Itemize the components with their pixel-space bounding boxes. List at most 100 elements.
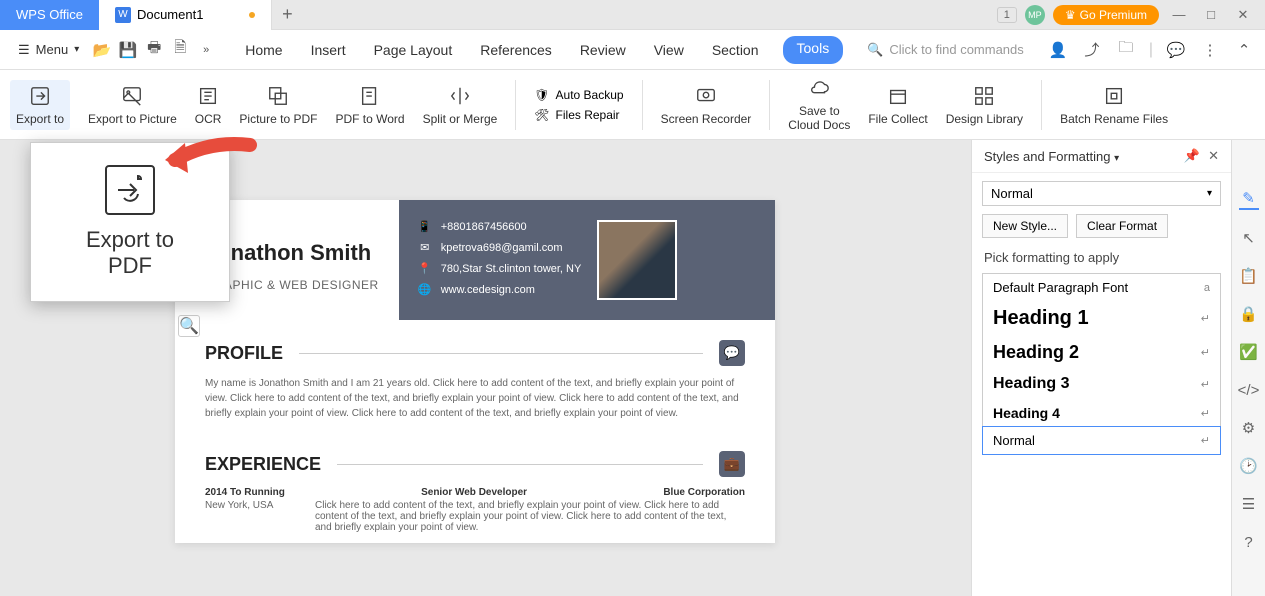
files-repair-label: Files Repair	[556, 108, 620, 122]
profile-body: My name is Jonathon Smith and I am 21 ye…	[205, 376, 745, 421]
clear-format-button[interactable]: Clear Format	[1076, 214, 1168, 238]
current-style-select[interactable]: Normal ▾	[982, 181, 1221, 206]
more-qat-icon[interactable]: »	[195, 39, 217, 61]
hamburger-icon: ☰	[18, 42, 30, 58]
rail-history-icon[interactable]: 🕑	[1239, 456, 1259, 476]
rail-list-icon[interactable]: ☰	[1239, 494, 1259, 514]
style-item-default[interactable]: Default Paragraph Fonta	[983, 274, 1220, 301]
rail-code-icon[interactable]: </>	[1239, 380, 1259, 400]
rail-edit-icon[interactable]: ✎	[1239, 190, 1259, 210]
styles-panel-title: Styles and Formatting ▾	[984, 149, 1119, 164]
resume-name: Jonathon Smith	[205, 240, 379, 266]
rail-review-icon[interactable]: ✅	[1239, 342, 1259, 362]
find-replace-button[interactable]: 🔍	[178, 315, 200, 337]
experience-badge-icon: 💼	[719, 451, 745, 477]
tab-references[interactable]: References	[476, 36, 556, 64]
document-tab[interactable]: W Document1	[99, 0, 272, 30]
phone-icon: 📱	[419, 220, 431, 233]
save-cloud-l2: Cloud Docs	[788, 118, 850, 132]
menu-label: Menu	[36, 42, 69, 57]
ocr-icon	[196, 84, 220, 108]
open-file-icon[interactable]: 📂	[91, 39, 113, 61]
export-to-label: Export to	[16, 112, 64, 126]
arrow-annotation-icon	[160, 135, 260, 185]
right-tool-rail: ✎ ↖ 📋 🔒 ✅ </> ⚙ 🕑 ☰ ?	[1231, 140, 1265, 596]
tab-home[interactable]: Home	[241, 36, 286, 64]
exp-body: Click here to add content of the text, a…	[315, 500, 745, 533]
rename-icon	[1102, 84, 1126, 108]
pin-icon[interactable]: 📌	[1184, 148, 1200, 164]
styles-formatting-panel: Styles and Formatting ▾ 📌 ✕ Normal ▾ New…	[971, 140, 1231, 596]
auto-backup-button[interactable]: 🛡 Auto Backup	[534, 88, 623, 102]
rail-select-icon[interactable]: ↖	[1239, 228, 1259, 248]
chevron-down-icon[interactable]: ▾	[1114, 153, 1119, 164]
screen-recorder-button[interactable]: Screen Recorder	[661, 84, 752, 126]
style-item-heading2[interactable]: Heading 2↵	[983, 336, 1220, 369]
cloud-icon	[807, 77, 831, 101]
resume-role: GRAPHIC & WEB DESIGNER	[205, 278, 379, 292]
main-menu-button[interactable]: ☰ Menu ▾	[10, 38, 87, 62]
close-button[interactable]: ✕	[1231, 3, 1255, 27]
new-style-button[interactable]: New Style...	[982, 214, 1068, 238]
split-merge-icon	[448, 84, 472, 108]
close-panel-icon[interactable]: ✕	[1208, 148, 1219, 164]
split-merge-button[interactable]: Split or Merge	[423, 84, 498, 126]
user-avatar[interactable]: MP	[1025, 5, 1045, 25]
print-preview-icon[interactable]: 🗎	[169, 39, 191, 61]
picture-to-pdf-label: Picture to PDF	[239, 112, 317, 126]
recorder-icon	[694, 84, 718, 108]
file-collect-button[interactable]: File Collect	[868, 84, 927, 126]
comment-icon[interactable]: 💬	[1165, 39, 1187, 61]
files-repair-button[interactable]: 🛠 Files Repair	[534, 108, 623, 122]
rail-settings-icon[interactable]: ⚙	[1239, 418, 1259, 438]
email-icon: ✉	[419, 241, 431, 254]
tab-insert[interactable]: Insert	[307, 36, 350, 64]
export-to-picture-button[interactable]: Export to Picture	[88, 84, 177, 126]
menu-tabs: Home Insert Page Layout References Revie…	[241, 36, 843, 64]
rail-help-icon[interactable]: ?	[1239, 532, 1259, 552]
save-icon[interactable]: 💾	[117, 39, 139, 61]
tab-tools[interactable]: Tools	[783, 36, 844, 64]
chevron-down-icon: ▾	[1207, 188, 1212, 199]
picture-to-pdf-button[interactable]: Picture to PDF	[239, 84, 317, 126]
profile-badge-icon: 💬	[719, 340, 745, 366]
collapse-ribbon-icon[interactable]: ⌃	[1233, 39, 1255, 61]
rail-clipboard-icon[interactable]: 📋	[1239, 266, 1259, 286]
save-cloud-button[interactable]: Save toCloud Docs	[788, 77, 850, 131]
go-premium-button[interactable]: ♛ Go Premium	[1053, 5, 1159, 25]
command-search[interactable]: 🔍 Click to find commands	[867, 42, 1024, 58]
batch-rename-button[interactable]: Batch Rename Files	[1060, 84, 1168, 126]
exp-date: 2014 To Running	[205, 487, 285, 498]
search-icon: 🔍	[867, 42, 883, 58]
tab-view[interactable]: View	[650, 36, 688, 64]
wps-tab[interactable]: WPS Office	[0, 0, 99, 30]
export-to-button[interactable]: Export to	[10, 80, 70, 130]
style-item-normal[interactable]: Normal↵	[982, 426, 1221, 455]
print-icon[interactable]: 🖶	[143, 39, 165, 61]
style-list: Default Paragraph Fonta Heading 1↵ Headi…	[982, 273, 1221, 455]
tab-review[interactable]: Review	[576, 36, 630, 64]
resume-address: 780,Star St.clinton tower, NY	[441, 263, 582, 275]
notification-badge[interactable]: 1	[997, 7, 1017, 23]
tab-page-layout[interactable]: Page Layout	[370, 36, 457, 64]
maximize-button[interactable]: □	[1199, 3, 1223, 27]
style-item-heading3[interactable]: Heading 3↵	[983, 369, 1220, 399]
callout-text: Export toPDF	[86, 227, 174, 280]
rail-lock-icon[interactable]: 🔒	[1239, 304, 1259, 324]
pdf-to-word-button[interactable]: PDF to Word	[335, 84, 404, 126]
ocr-button[interactable]: OCR	[195, 84, 222, 126]
document-page[interactable]: Jonathon Smith GRAPHIC & WEB DESIGNER 📱+…	[175, 200, 775, 543]
more-menu-icon[interactable]: ⋮	[1199, 39, 1221, 61]
design-library-button[interactable]: Design Library	[946, 84, 1023, 126]
new-tab-button[interactable]: +	[272, 4, 302, 25]
upload-icon[interactable]: ⤴	[1081, 39, 1103, 61]
profile-title: PROFILE	[205, 343, 283, 364]
tab-section[interactable]: Section	[708, 36, 763, 64]
folder-icon[interactable]: 🗀	[1115, 39, 1137, 61]
minimize-button[interactable]: —	[1167, 3, 1191, 27]
batch-rename-label: Batch Rename Files	[1060, 112, 1168, 126]
style-item-heading4[interactable]: Heading 4↵	[983, 399, 1220, 427]
ocr-label: OCR	[195, 112, 222, 126]
style-item-heading1[interactable]: Heading 1↵	[983, 301, 1220, 336]
share-icon[interactable]: 👤	[1047, 39, 1069, 61]
